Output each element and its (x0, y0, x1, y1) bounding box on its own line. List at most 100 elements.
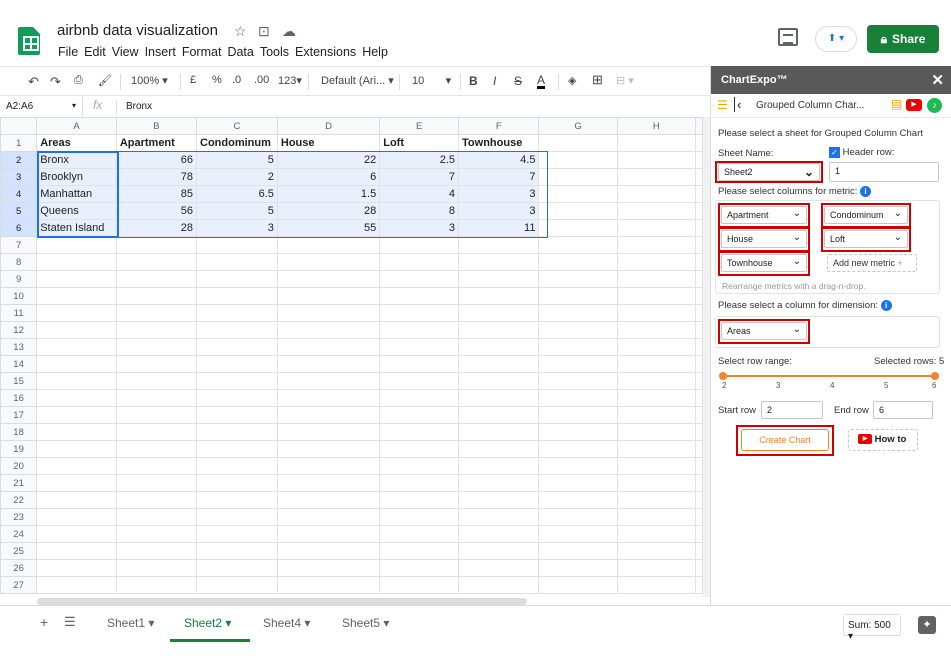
sheet-table[interactable]: A B C D E F G H 1 Areas Apartment Condominum House Lo… (0, 117, 703, 594)
cell[interactable]: 3 (458, 185, 540, 203)
menu-format[interactable]: Format (181, 45, 227, 59)
cell[interactable]: 4 (379, 185, 460, 203)
cell[interactable]: 2 (196, 168, 278, 186)
row-header[interactable]: 10 (0, 287, 38, 305)
cell[interactable] (695, 474, 703, 492)
cell[interactable] (379, 338, 460, 356)
cell[interactable] (458, 406, 540, 424)
row-header[interactable]: 19 (0, 440, 38, 458)
cell[interactable] (538, 474, 618, 492)
cell[interactable] (616, 457, 697, 475)
cell[interactable] (196, 525, 278, 543)
cell[interactable] (616, 372, 697, 390)
cell[interactable] (538, 219, 618, 237)
cell[interactable] (616, 355, 697, 373)
cell[interactable]: 85 (115, 185, 198, 203)
cell[interactable] (695, 219, 703, 237)
column-header[interactable]: A (36, 117, 117, 135)
sum-select[interactable]: Sum: 500 ▾ (843, 614, 901, 642)
cell[interactable] (538, 168, 618, 186)
cell[interactable] (695, 542, 703, 560)
cell[interactable] (196, 389, 278, 407)
document-title[interactable]: airbnb data visualization (57, 22, 218, 39)
how-to-button[interactable]: ▶ How to (848, 429, 918, 451)
cell[interactable] (276, 576, 381, 594)
cell[interactable] (276, 338, 381, 356)
cell[interactable] (276, 474, 381, 492)
cell[interactable] (115, 372, 198, 390)
row-header[interactable]: 11 (0, 304, 38, 322)
cell[interactable]: Manhattan (36, 185, 117, 203)
cell[interactable] (538, 253, 618, 271)
cell[interactable] (196, 304, 278, 322)
cell[interactable] (538, 304, 618, 322)
row-header[interactable]: 5 (0, 202, 38, 220)
cell[interactable] (379, 576, 460, 594)
cell[interactable] (379, 321, 460, 339)
bold-icon[interactable]: B (469, 74, 478, 88)
cell[interactable] (115, 355, 198, 373)
cell[interactable] (379, 423, 460, 441)
tab-sheet5[interactable]: Sheet5 ▾ (342, 616, 389, 630)
youtube-icon[interactable]: ▶ (906, 99, 922, 111)
menu-help[interactable]: Help (361, 45, 393, 59)
cell[interactable] (115, 508, 198, 526)
column-header[interactable]: G (538, 117, 618, 135)
cell[interactable] (379, 236, 460, 254)
cell[interactable]: 3 (196, 219, 278, 237)
cell[interactable] (695, 525, 703, 543)
cell-grid[interactable]: A B C D E F G H 1 Areas Apartment Condominum House Lo… (0, 117, 703, 597)
cell[interactable] (276, 508, 381, 526)
cell[interactable] (379, 542, 460, 560)
row-header[interactable]: 2 (0, 151, 38, 169)
cell[interactable] (36, 474, 117, 492)
cell[interactable]: Apartment (115, 134, 198, 152)
cell[interactable]: 5 (196, 151, 278, 169)
cell[interactable] (538, 423, 618, 441)
cell[interactable] (276, 525, 381, 543)
cell[interactable] (538, 151, 618, 169)
cell[interactable] (616, 525, 697, 543)
cell[interactable] (276, 355, 381, 373)
cell[interactable]: Bronx (36, 151, 117, 169)
cell[interactable] (695, 270, 703, 288)
cell[interactable]: 55 (276, 219, 381, 237)
cell[interactable]: 78 (115, 168, 198, 186)
cell[interactable] (379, 491, 460, 509)
cell[interactable] (276, 236, 381, 254)
add-metric-button[interactable]: Add new metric + (827, 254, 917, 272)
cell[interactable] (616, 287, 697, 305)
dimension-select[interactable]: Areas ⌄ (721, 322, 807, 340)
cell[interactable] (379, 287, 460, 305)
cell[interactable] (379, 304, 460, 322)
close-icon[interactable]: ✕ (931, 71, 944, 89)
horizontal-scrollbar[interactable] (37, 598, 527, 605)
cloud-status-icon[interactable]: ☁ (282, 23, 296, 40)
cell[interactable] (538, 559, 618, 577)
cell[interactable] (379, 389, 460, 407)
cell[interactable] (458, 559, 540, 577)
cell[interactable] (695, 372, 703, 390)
cell[interactable]: 8 (379, 202, 460, 220)
cell[interactable] (616, 491, 697, 509)
cell[interactable] (196, 559, 278, 577)
column-header[interactable]: C (196, 117, 278, 135)
bell-icon[interactable]: ♪ (927, 98, 942, 113)
row-header[interactable]: 18 (0, 423, 38, 441)
cell[interactable] (276, 559, 381, 577)
cell[interactable] (115, 491, 198, 509)
cell[interactable] (36, 372, 117, 390)
row-header[interactable]: 27 (0, 576, 38, 594)
merge-cells-icon[interactable]: ⊟ ▾ (616, 74, 634, 87)
cell[interactable] (695, 151, 703, 169)
document-icon[interactable]: ▤ (891, 97, 902, 111)
cell[interactable] (115, 525, 198, 543)
all-sheets-icon[interactable]: ☰ (64, 614, 76, 630)
font-select[interactable]: Default (Ari... ▾ (321, 74, 394, 87)
decrease-decimal-button[interactable]: .0 (232, 74, 241, 86)
range-end-handle[interactable] (931, 372, 939, 380)
cell[interactable] (276, 253, 381, 271)
cell[interactable]: 66 (115, 151, 198, 169)
cell[interactable] (196, 508, 278, 526)
cell[interactable] (616, 168, 697, 186)
